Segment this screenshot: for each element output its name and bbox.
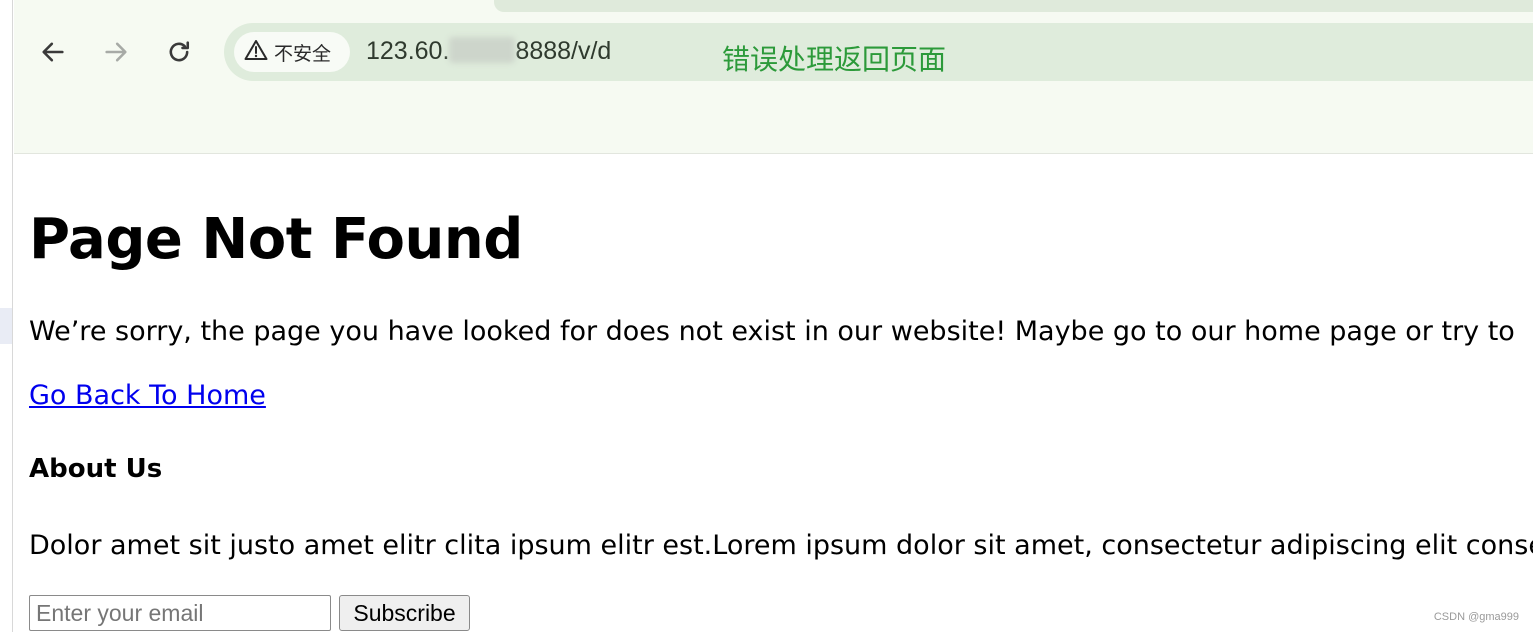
page-content: Page Not Found We’re sorry, the page you… <box>29 154 1533 632</box>
security-chip[interactable]: 不安全 <box>234 32 350 72</box>
page-title: Page Not Found <box>29 207 523 272</box>
side-marker <box>0 308 12 344</box>
arrow-right-icon <box>102 38 130 66</box>
email-input[interactable] <box>29 595 331 631</box>
about-heading: About Us <box>29 454 163 484</box>
url-text[interactable]: 123.60. 8888/v/d <box>366 37 611 66</box>
tab-strip <box>14 0 1533 12</box>
forward-button[interactable] <box>98 34 134 70</box>
watermark: CSDN @gma999 <box>1433 611 1519 623</box>
back-button[interactable] <box>35 34 71 70</box>
url-suffix: 8888/v/d <box>515 37 612 65</box>
active-tab[interactable] <box>14 0 80 12</box>
reload-button[interactable] <box>161 34 197 70</box>
url-prefix: 123.60. <box>366 37 450 65</box>
about-text: Dolor amet sit justo amet elitr clita ip… <box>29 530 1533 561</box>
browser-toolbar: 不安全 123.60. 8888/v/d 错误处理返回页面 <box>14 0 1533 154</box>
security-label: 不安全 <box>274 42 332 65</box>
error-message: We’re sorry, the page you have looked fo… <box>29 316 1515 347</box>
warning-triangle-icon <box>244 39 268 65</box>
go-back-home-link[interactable]: Go Back To Home <box>29 378 266 413</box>
annotation-label: 错误处理返回页面 <box>722 43 947 76</box>
left-window-edge <box>0 0 13 632</box>
redacted-ip-segment <box>449 37 516 63</box>
reload-icon <box>165 38 193 66</box>
inactive-tab-area[interactable] <box>494 0 1533 12</box>
arrow-left-icon <box>39 38 67 66</box>
subscribe-button[interactable]: Subscribe <box>339 595 470 631</box>
